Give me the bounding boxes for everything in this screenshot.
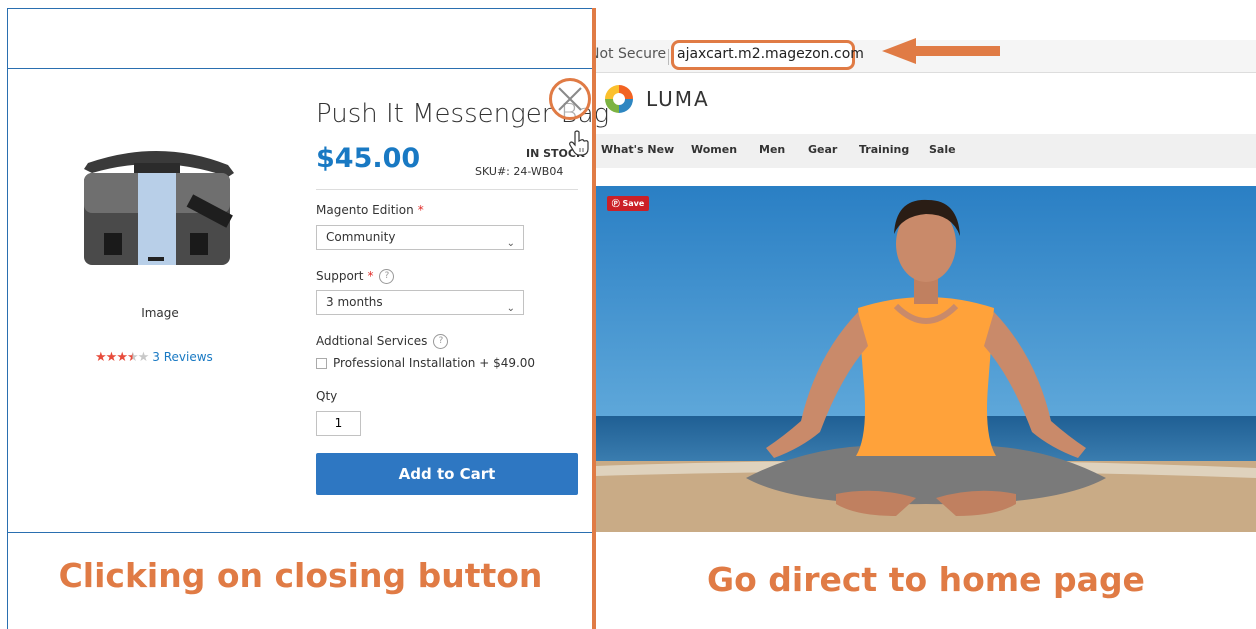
- luma-logo-icon[interactable]: [603, 83, 635, 115]
- help-icon[interactable]: ?: [379, 269, 395, 284]
- nav-item-men[interactable]: Men: [759, 143, 785, 156]
- security-indicator[interactable]: Not Secure: [596, 46, 666, 62]
- star-icon: ★: [137, 350, 150, 365]
- modal-footer-divider: [8, 532, 593, 533]
- star-icon: ★: [95, 350, 107, 365]
- product-price: $45.00: [316, 143, 421, 174]
- right-caption: Go direct to home page: [707, 560, 1145, 599]
- product-image: [84, 150, 234, 265]
- services-option-label: Addtional Services?: [316, 334, 449, 349]
- add-to-cart-button[interactable]: Add to Cart: [316, 453, 578, 495]
- nav-item-women[interactable]: Women: [691, 143, 737, 156]
- services-label-text: Addtional Services: [316, 334, 428, 348]
- nav-item-sale[interactable]: Sale: [929, 143, 956, 156]
- frame-border-top: [7, 8, 593, 9]
- required-marker: *: [367, 269, 374, 283]
- edition-selected-value: Community: [326, 230, 396, 244]
- pointer-hand-icon: [569, 130, 589, 156]
- hero-banner-image[interactable]: [596, 186, 1256, 532]
- reviews-link[interactable]: 3 Reviews: [152, 350, 213, 364]
- quick-view-modal-panel: Image ★★★★★ 3 Reviews Push It Messenger B…: [0, 0, 609, 629]
- pinterest-save-button[interactable]: Ⓟ Save: [607, 196, 649, 211]
- product-sku: SKU#: 24-WB04: [475, 165, 564, 178]
- address-separator: [668, 49, 669, 65]
- edition-option-label: Magento Edition *: [316, 203, 424, 217]
- luma-logo-text[interactable]: LUMA: [646, 87, 710, 111]
- support-option-label: Support *?: [316, 269, 395, 284]
- required-marker: *: [417, 203, 424, 217]
- modal-header-divider: [8, 68, 593, 69]
- support-selected-value: 3 months: [326, 295, 383, 309]
- frame-border-left: [7, 8, 8, 629]
- chevron-down-icon: ⌄: [506, 238, 515, 249]
- left-caption: Clicking on closing button: [58, 556, 543, 595]
- edition-select[interactable]: Community ⌄: [316, 225, 524, 250]
- product-rating: ★★★★★ 3 Reviews: [95, 350, 213, 365]
- edition-label-text: Magento Edition: [316, 203, 414, 217]
- close-icon[interactable]: [556, 85, 584, 113]
- installation-checkbox-label: Professional Installation + $49.00: [333, 356, 536, 370]
- star-icon: ★: [105, 350, 118, 365]
- installation-option[interactable]: Professional Installation + $49.00: [316, 356, 535, 370]
- product-image-label: Image: [141, 306, 179, 320]
- qty-input[interactable]: 1: [316, 411, 361, 436]
- pinterest-save-label: Save: [622, 199, 645, 208]
- arrow-left-icon: [882, 38, 1000, 64]
- qty-label: Qty: [316, 389, 338, 403]
- star-icon: ★: [116, 350, 128, 365]
- help-icon[interactable]: ?: [433, 334, 449, 349]
- installation-checkbox[interactable]: [316, 358, 327, 369]
- support-label-text: Support: [316, 269, 364, 283]
- pinterest-icon: Ⓟ: [611, 199, 620, 208]
- nav-item-training[interactable]: Training: [859, 143, 909, 156]
- nav-item-whats-new[interactable]: What's New: [601, 143, 674, 156]
- support-select[interactable]: 3 months ⌄: [316, 290, 524, 315]
- url-text[interactable]: ajaxcart.m2.magezon.com: [677, 46, 864, 62]
- chevron-down-icon: ⌄: [506, 303, 515, 314]
- half-star-icon: ★: [126, 350, 139, 365]
- divider: [316, 189, 578, 190]
- nav-item-gear[interactable]: Gear: [808, 143, 837, 156]
